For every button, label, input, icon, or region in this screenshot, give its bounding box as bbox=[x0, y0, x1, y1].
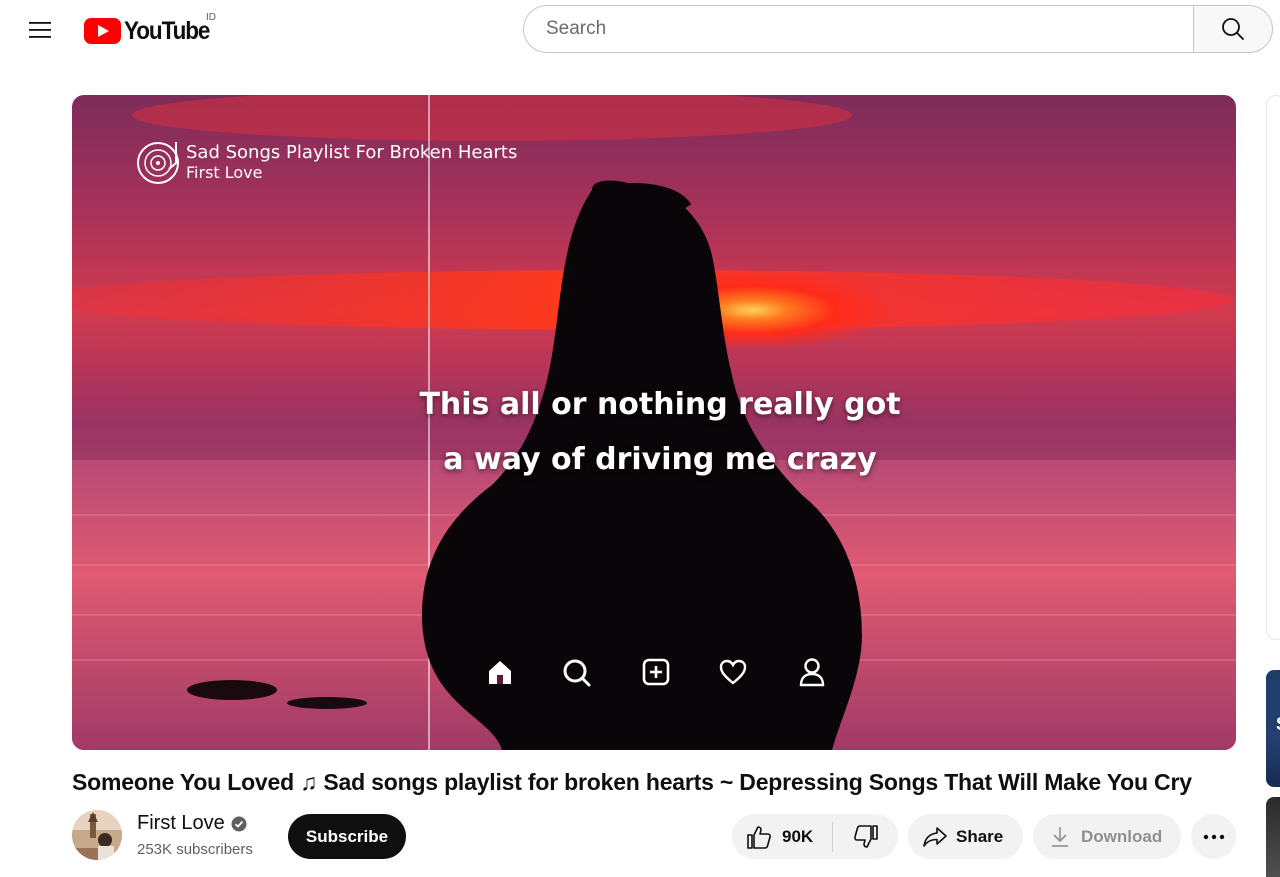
heart-icon bbox=[719, 659, 747, 685]
related-video-thumbnail[interactable] bbox=[1266, 797, 1280, 877]
share-button[interactable]: Share bbox=[908, 814, 1023, 859]
hamburger-menu-icon bbox=[29, 22, 51, 38]
download-label: Download bbox=[1081, 826, 1163, 846]
related-video-thumbnail[interactable]: S bbox=[1266, 670, 1280, 787]
playlist-channel: First Love bbox=[186, 163, 263, 182]
search-icon bbox=[1222, 18, 1244, 40]
thumbs-down-icon bbox=[853, 824, 878, 848]
share-label: Share bbox=[956, 826, 1004, 846]
masthead: YouTube ID bbox=[0, 0, 1280, 60]
logo-text: YouTube bbox=[124, 16, 210, 45]
download-button[interactable]: Download bbox=[1033, 814, 1181, 859]
channel-name[interactable]: First Love bbox=[137, 812, 225, 835]
channel-avatar[interactable] bbox=[72, 810, 122, 860]
country-code: ID bbox=[206, 12, 216, 23]
search-input[interactable] bbox=[544, 17, 1193, 41]
subscribe-button[interactable]: Subscribe bbox=[288, 814, 406, 859]
playlist-overlay: Sad Songs Playlist For Broken Hearts Fir… bbox=[136, 139, 517, 185]
verified-badge-icon bbox=[231, 816, 247, 831]
search-button[interactable] bbox=[1193, 5, 1273, 53]
video-player[interactable]: Sad Songs Playlist For Broken Hearts Fir… bbox=[72, 95, 1236, 750]
like-dislike-group: 90K bbox=[732, 814, 898, 859]
thumbs-up-icon bbox=[747, 825, 771, 849]
channel-name-row: First Love bbox=[137, 812, 247, 835]
in-video-nav bbox=[484, 655, 825, 691]
more-horizontal-icon bbox=[1203, 834, 1224, 839]
dislike-button[interactable] bbox=[833, 814, 898, 859]
profile-icon bbox=[799, 658, 825, 687]
youtube-play-logo-icon bbox=[84, 18, 121, 44]
search-box bbox=[523, 5, 1193, 53]
home-icon bbox=[489, 661, 511, 684]
playlist-title: Sad Songs Playlist For Broken Hearts bbox=[186, 142, 518, 163]
like-count: 90K bbox=[782, 826, 814, 846]
sidebar-panel-edge bbox=[1266, 95, 1280, 640]
lyric-line-1: This all or nothing really got bbox=[419, 387, 901, 422]
video-title: Someone You Loved ♫ Sad songs playlist f… bbox=[72, 769, 1192, 795]
vinyl-record-icon bbox=[137, 142, 179, 184]
avatar-image bbox=[72, 810, 122, 860]
youtube-logo[interactable]: YouTube bbox=[84, 14, 219, 48]
menu-button[interactable] bbox=[22, 12, 58, 48]
lyrics: This all or nothing really got a way of … bbox=[372, 377, 948, 487]
lyric-line-2: a way of driving me crazy bbox=[443, 442, 877, 477]
download-icon bbox=[1052, 826, 1068, 847]
more-actions-button[interactable] bbox=[1191, 814, 1236, 859]
search-icon bbox=[563, 659, 591, 687]
subscriber-count: 253K subscribers bbox=[137, 841, 253, 858]
like-button[interactable]: 90K bbox=[732, 814, 832, 859]
add-icon bbox=[642, 658, 670, 686]
related-thumbnail-text: S bbox=[1276, 714, 1280, 735]
share-icon bbox=[923, 826, 947, 847]
